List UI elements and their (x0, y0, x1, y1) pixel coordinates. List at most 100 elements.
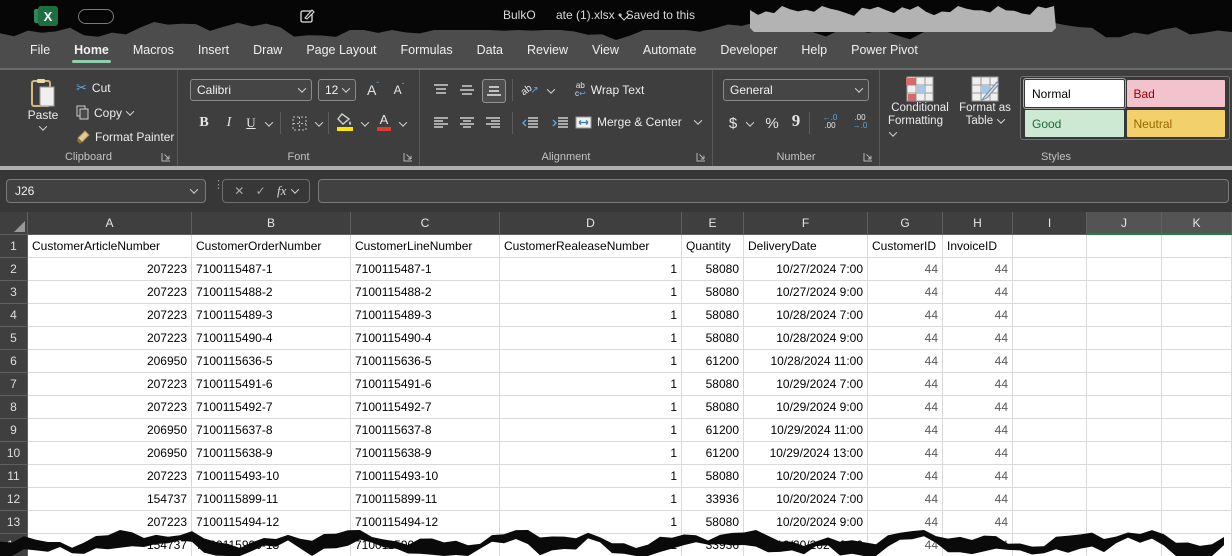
cell-H1[interactable]: InvoiceID (943, 235, 1013, 258)
tab-help[interactable]: Help (789, 37, 839, 66)
cell-A7[interactable]: 207223 (28, 373, 192, 396)
enter-button[interactable]: ✓ (256, 184, 266, 198)
font-name-combo[interactable]: Calibri (190, 79, 312, 101)
cell-B9[interactable]: 7100115637-8 (192, 419, 351, 442)
row-header-2[interactable]: 2 (0, 258, 28, 281)
underline-button[interactable]: U (242, 112, 260, 134)
cell-D2[interactable]: 1 (500, 258, 682, 281)
cut-button[interactable]: ✂ Cut (76, 80, 111, 96)
tab-file[interactable]: File (18, 37, 62, 66)
cell-K8[interactable] (1162, 396, 1232, 419)
cell-F6[interactable]: 10/28/2024 11:00 (744, 350, 868, 373)
cell-K13[interactable] (1162, 511, 1232, 534)
column-header-B[interactable]: B (192, 212, 351, 235)
alignment-dialog-launcher[interactable] (696, 151, 707, 162)
column-header-E[interactable]: E (682, 212, 744, 235)
cell-G9[interactable]: 44 (868, 419, 943, 442)
cell-C1[interactable]: CustomerLineNumber (351, 235, 500, 258)
percent-button[interactable]: % (761, 112, 783, 134)
cell-F8[interactable]: 10/29/2024 9:00 (744, 396, 868, 419)
cell-C12[interactable]: 7100115899-11 (351, 488, 500, 511)
cell-J5[interactable] (1087, 327, 1162, 350)
clipboard-dialog-launcher[interactable] (161, 151, 172, 162)
cell-A3[interactable]: 207223 (28, 281, 192, 304)
cell-C9[interactable]: 7100115637-8 (351, 419, 500, 442)
cell-I1[interactable] (1013, 235, 1087, 258)
cell-F9[interactable]: 10/29/2024 11:00 (744, 419, 868, 442)
cell-D12[interactable]: 1 (500, 488, 682, 511)
cell-J11[interactable] (1087, 465, 1162, 488)
cell-H10[interactable]: 44 (943, 442, 1013, 465)
cell-K5[interactable] (1162, 327, 1232, 350)
cell-G4[interactable]: 44 (868, 304, 943, 327)
cell-H13[interactable]: 44 (943, 511, 1013, 534)
row-header-5[interactable]: 5 (0, 327, 28, 350)
tab-view[interactable]: View (580, 37, 631, 66)
cell-F7[interactable]: 10/29/2024 7:00 (744, 373, 868, 396)
cell-B5[interactable]: 7100115490-4 (192, 327, 351, 350)
format-painter-button[interactable]: Format Painter (76, 130, 174, 144)
style-chip-normal[interactable]: Normal (1025, 80, 1124, 107)
cancel-button[interactable]: ✕ (234, 184, 244, 198)
cell-C4[interactable]: 7100115489-3 (351, 304, 500, 327)
fill-color-button[interactable] (334, 110, 356, 134)
cell-D5[interactable]: 1 (500, 327, 682, 350)
cell-F5[interactable]: 10/28/2024 9:00 (744, 327, 868, 350)
tab-data[interactable]: Data (465, 37, 515, 66)
tab-review[interactable]: Review (515, 37, 580, 66)
cell-D8[interactable]: 1 (500, 396, 682, 419)
italic-button[interactable]: I (220, 112, 238, 134)
cell-A2[interactable]: 207223 (28, 258, 192, 281)
decrease-decimal-button[interactable]: .00→.0 (847, 114, 873, 130)
row-header-8[interactable]: 8 (0, 396, 28, 419)
cell-I4[interactable] (1013, 304, 1087, 327)
cell-D11[interactable]: 1 (500, 465, 682, 488)
cell-J7[interactable] (1087, 373, 1162, 396)
cell-A1[interactable]: CustomerArticleNumber (28, 235, 192, 258)
cell-A9[interactable]: 206950 (28, 419, 192, 442)
cell-I5[interactable] (1013, 327, 1087, 350)
cell-H5[interactable]: 44 (943, 327, 1013, 350)
cell-B11[interactable]: 7100115493-10 (192, 465, 351, 488)
merge-center-button[interactable]: Merge & Center (575, 115, 701, 129)
orientation-chevron-icon[interactable] (547, 85, 555, 93)
number-format-combo[interactable]: General (723, 79, 869, 101)
row-header-11[interactable]: 11 (0, 465, 28, 488)
cell-F2[interactable]: 10/27/2024 7:00 (744, 258, 868, 281)
cell-B1[interactable]: CustomerOrderNumber (192, 235, 351, 258)
tab-insert[interactable]: Insert (186, 37, 241, 66)
cell-E1[interactable]: Quantity (682, 235, 744, 258)
cell-H7[interactable]: 44 (943, 373, 1013, 396)
cell-H2[interactable]: 44 (943, 258, 1013, 281)
cell-J9[interactable] (1087, 419, 1162, 442)
name-box[interactable]: J26 (6, 179, 206, 203)
cell-D7[interactable]: 1 (500, 373, 682, 396)
cell-J2[interactable] (1087, 258, 1162, 281)
cell-E10[interactable]: 61200 (682, 442, 744, 465)
cell-E13[interactable]: 58080 (682, 511, 744, 534)
row-header-7[interactable]: 7 (0, 373, 28, 396)
comma-style-button[interactable]: 9 (789, 110, 803, 132)
cell-F11[interactable]: 10/20/2024 7:00 (744, 465, 868, 488)
formula-input[interactable] (318, 179, 1229, 203)
cell-I2[interactable] (1013, 258, 1087, 281)
cell-C5[interactable]: 7100115490-4 (351, 327, 500, 350)
tab-power-pivot[interactable]: Power Pivot (839, 37, 930, 66)
cell-G8[interactable]: 44 (868, 396, 943, 419)
cell-J8[interactable] (1087, 396, 1162, 419)
cell-K4[interactable] (1162, 304, 1232, 327)
borders-button[interactable] (288, 112, 310, 134)
cell-K9[interactable] (1162, 419, 1232, 442)
increase-decimal-button[interactable]: ←.0.00 (817, 114, 843, 130)
cell-I3[interactable] (1013, 281, 1087, 304)
currency-button[interactable]: $ (725, 112, 741, 134)
middle-align-button[interactable] (456, 79, 478, 101)
cell-J10[interactable] (1087, 442, 1162, 465)
row-header-9[interactable]: 9 (0, 419, 28, 442)
cell-C8[interactable]: 7100115492-7 (351, 396, 500, 419)
number-dialog-launcher[interactable] (863, 151, 874, 162)
cell-D9[interactable]: 1 (500, 419, 682, 442)
cell-I10[interactable] (1013, 442, 1087, 465)
insert-function-button[interactable]: fx (277, 183, 286, 199)
cell-G11[interactable]: 44 (868, 465, 943, 488)
